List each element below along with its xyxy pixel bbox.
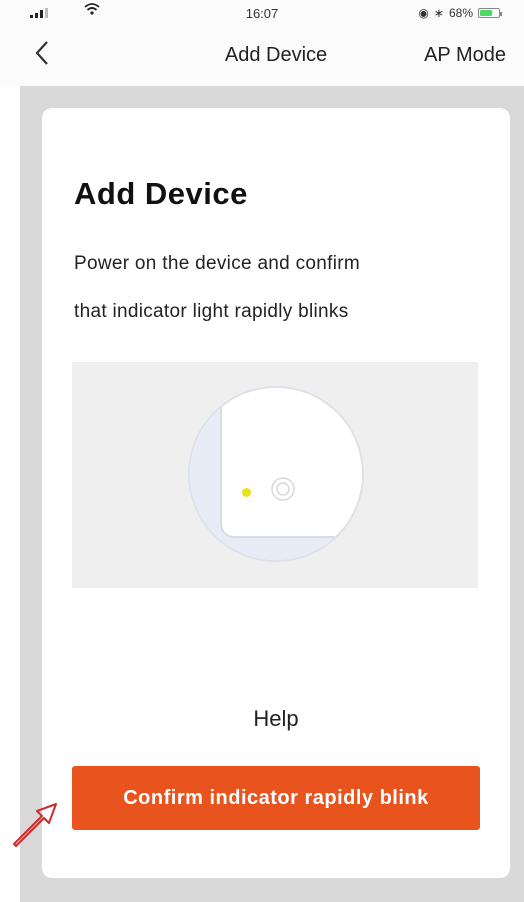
battery-level-fill: [480, 10, 493, 16]
card-description: Power on the device and confirm that ind…: [74, 240, 494, 336]
card-title: Add Device: [74, 176, 248, 211]
power-button-icon: [271, 477, 295, 501]
pointer-arrow-icon: [13, 803, 57, 847]
navigation-bar: Add Device AP Mode: [0, 30, 524, 86]
instruction-card: Add Device Power on the device and confi…: [42, 108, 510, 878]
description-line-1: Power on the device and confirm: [74, 253, 361, 274]
device-illustration: [72, 362, 478, 588]
indicator-light-icon: [242, 488, 251, 497]
battery-icon: [478, 8, 502, 18]
status-right-group: ◉ ∗ 68%: [418, 6, 502, 20]
battery-percent: 68%: [448, 6, 473, 20]
confirm-indicator-button[interactable]: Confirm indicator rapidly blink: [72, 766, 480, 830]
ap-mode-button[interactable]: AP Mode: [424, 44, 506, 67]
device-closeup-circle: [188, 386, 364, 562]
device-body-shape: [220, 388, 352, 538]
description-line-2: that indicator light rapidly blinks: [74, 301, 349, 322]
help-link[interactable]: Help: [42, 706, 510, 732]
bluetooth-icon: ∗: [433, 6, 444, 20]
status-bar: 16:07 ◉ ∗ 68%: [0, 0, 524, 30]
alarm-icon: ◉: [418, 6, 429, 20]
